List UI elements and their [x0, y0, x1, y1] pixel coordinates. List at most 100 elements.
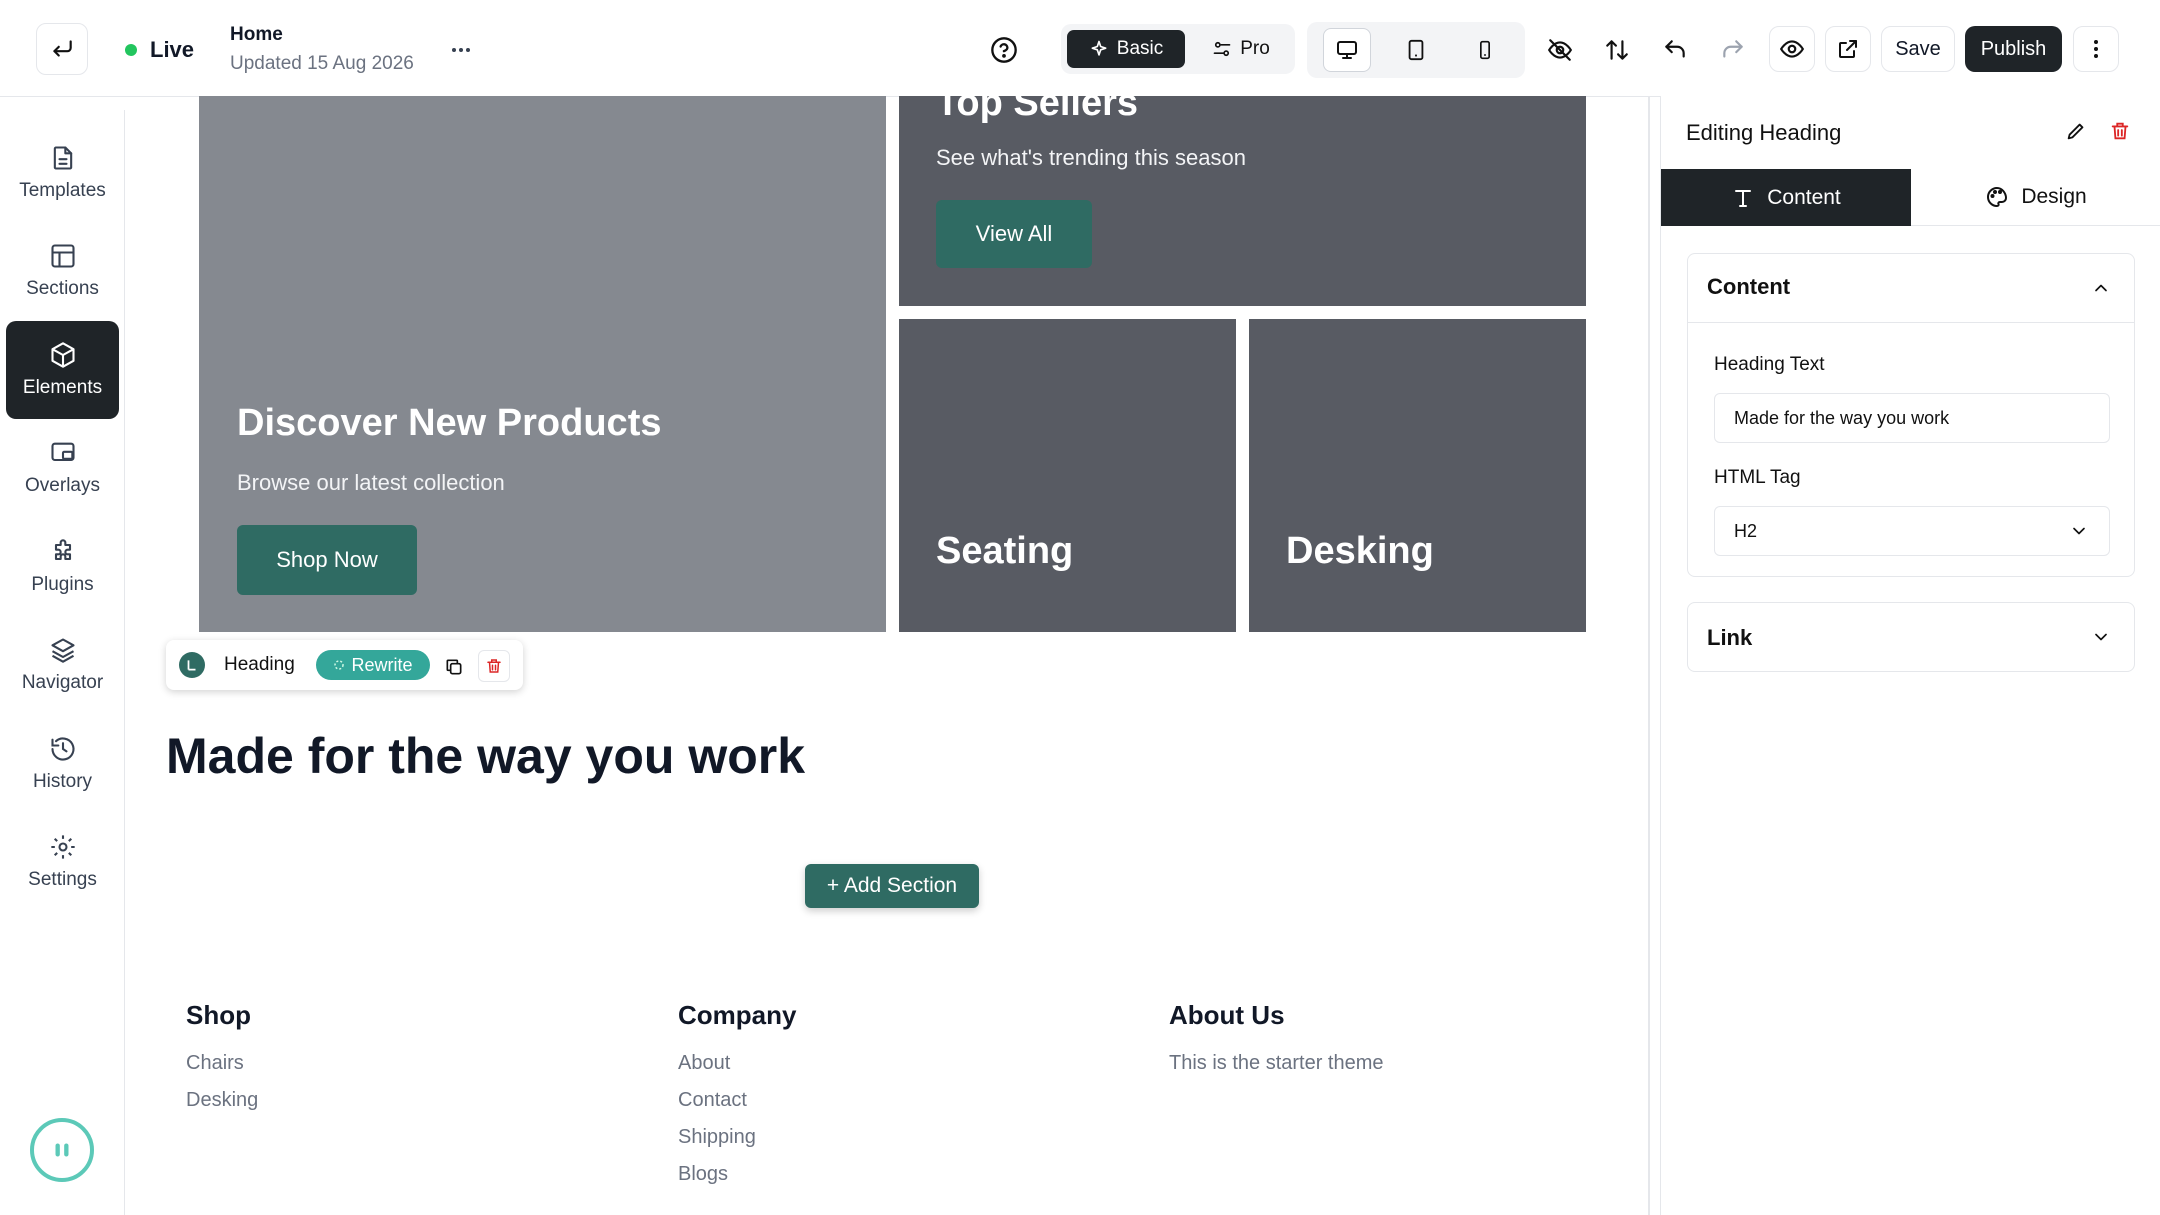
footer-link[interactable]: About [678, 1052, 730, 1075]
assistant-button[interactable] [30, 1118, 94, 1182]
footer-link[interactable]: Chairs [186, 1052, 244, 1075]
desking-tile[interactable] [1249, 319, 1586, 632]
sidebar-item-sections[interactable]: Sections [6, 222, 119, 320]
preview-button[interactable] [1769, 26, 1815, 72]
mode-pro-button[interactable]: Pro [1193, 30, 1289, 68]
footer-company-title: Company [678, 1000, 797, 1030]
shop-now-button[interactable]: Shop Now [237, 525, 417, 595]
add-section-button[interactable]: + Add Section [805, 864, 979, 908]
tab-content[interactable]: Content [1661, 169, 1911, 226]
layers-icon [50, 638, 75, 663]
hide-button[interactable] [1538, 28, 1582, 72]
view-all-label: View All [975, 221, 1053, 246]
puzzle-icon [54, 539, 71, 561]
rewrite-label: Rewrite [351, 654, 413, 675]
html-tag-select[interactable]: H2 [1714, 506, 2110, 556]
seating-title: Seating [936, 530, 1074, 572]
edit-button[interactable] [2054, 109, 2098, 153]
panel-title: Editing Heading [1686, 120, 1842, 145]
duplicate-button[interactable] [442, 655, 466, 679]
chevron-down-icon [2073, 527, 2085, 535]
delete-element-button[interactable] [2098, 109, 2142, 153]
eye-icon [1779, 40, 1805, 58]
reorder-button[interactable] [1595, 28, 1639, 72]
sidebar-item-history[interactable]: History [6, 715, 119, 813]
selected-heading[interactable]: Made for the way you work [166, 727, 805, 785]
tablet-icon [1408, 39, 1424, 61]
save-label: Save [1895, 37, 1941, 60]
seating-tile[interactable] [899, 319, 1236, 632]
tab-design[interactable]: Design [1911, 169, 2160, 226]
view-all-button[interactable]: View All [936, 200, 1092, 268]
cube-icon [50, 342, 75, 368]
help-button[interactable] [982, 28, 1026, 72]
save-button[interactable]: Save [1881, 26, 1955, 72]
footer-link[interactable]: Blogs [678, 1163, 728, 1186]
publish-label: Publish [1980, 37, 2047, 60]
palette-icon [1987, 186, 2008, 208]
desking-title: Desking [1286, 530, 1434, 572]
mode-basic-label: Basic [1116, 38, 1164, 59]
updated-text: Updated 15 Aug 2026 [230, 53, 414, 74]
arrows-up-down-icon [1606, 40, 1628, 60]
content-section-header[interactable]: Content [1688, 254, 2134, 323]
undo-icon [1665, 40, 1685, 58]
sparkle-icon [1091, 40, 1107, 56]
sidebar-item-templates[interactable]: Templates [6, 124, 119, 222]
sidebar-item-label: Navigator [21, 672, 104, 693]
tablet-view-button[interactable] [1394, 28, 1438, 72]
undo-button[interactable] [1653, 28, 1697, 72]
shop-now-label: Shop Now [276, 547, 378, 572]
sidebar-item-settings[interactable]: Settings [6, 813, 119, 911]
top-sellers-subtitle: See what's trending this season [936, 145, 1246, 170]
back-button[interactable] [36, 23, 88, 75]
link-section-header[interactable]: Link [1687, 602, 2135, 672]
sidebar-item-label: Sections [26, 278, 99, 299]
footer-shop-title: Shop [186, 1000, 251, 1030]
return-arrow-icon [53, 40, 72, 57]
sidebar-item-plugins[interactable]: Plugins [6, 518, 119, 616]
copy-icon [446, 659, 462, 675]
tab-design-label: Design [2021, 185, 2087, 208]
mode-basic-button[interactable]: Basic [1067, 30, 1185, 68]
sidebar-item-label: Settings [28, 869, 97, 890]
rewrite-button[interactable]: Rewrite [316, 650, 430, 680]
add-section-label: + Add Section [826, 874, 958, 897]
menu-button[interactable] [2073, 26, 2119, 72]
trash-icon [487, 659, 501, 673]
text-t-icon [1735, 189, 1752, 207]
top-sellers-title: Top Sellers [936, 96, 1139, 124]
spinner-icon [334, 660, 345, 670]
layout-icon [50, 244, 75, 268]
sidebar-item-overlays[interactable]: Overlays [6, 419, 119, 517]
type-t-icon [187, 660, 196, 671]
footer-link[interactable]: Contact [678, 1089, 747, 1112]
history-icon [50, 737, 75, 761]
publish-button[interactable]: Publish [1965, 26, 2062, 72]
redo-icon [1723, 40, 1743, 58]
ellipsis-icon [452, 48, 470, 52]
desktop-view-button[interactable] [1323, 28, 1371, 72]
help-circle-icon [991, 37, 1017, 63]
toolbar-delete-button[interactable] [478, 650, 510, 682]
trash-icon [2111, 122, 2129, 140]
redo-button[interactable] [1711, 28, 1755, 72]
footer-link[interactable]: Desking [186, 1089, 258, 1112]
sidebar-item-navigator[interactable]: Navigator [6, 616, 119, 714]
more-options-button[interactable] [439, 28, 483, 72]
page-title: Home [230, 24, 283, 45]
sidebar-item-label: Templates [19, 180, 106, 201]
sidebar-item-elements[interactable]: Elements [6, 321, 119, 419]
overlay-icon [50, 442, 75, 462]
sliders-icon [1213, 41, 1231, 57]
heading-text-input[interactable] [1714, 393, 2110, 443]
status-label: Live [150, 37, 195, 62]
mobile-view-button[interactable] [1463, 28, 1507, 72]
footer-link[interactable]: Shipping [678, 1126, 756, 1149]
tab-content-label: Content [1767, 185, 1841, 209]
mode-pro-label: Pro [1240, 38, 1270, 59]
gear-icon [50, 835, 75, 859]
pencil-icon [2067, 123, 2084, 140]
phone-icon [1480, 40, 1490, 60]
open-external-button[interactable] [1825, 26, 1871, 72]
